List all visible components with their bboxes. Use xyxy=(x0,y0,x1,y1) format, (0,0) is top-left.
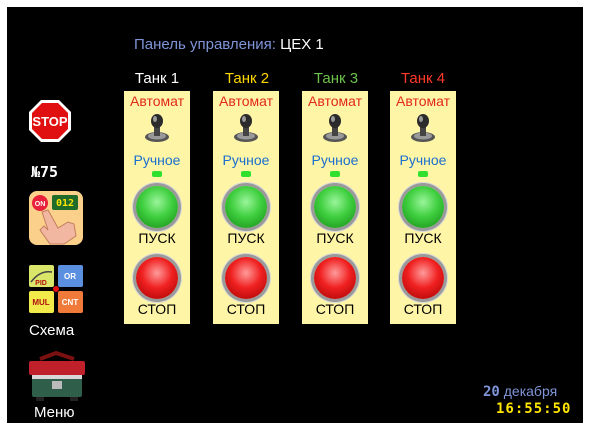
stop-button[interactable] xyxy=(136,257,178,299)
start-label: ПУСК xyxy=(316,230,354,246)
page-title: Панель управления: ЦЕХ 1 xyxy=(134,36,324,53)
date-display: 20 декабря xyxy=(483,383,557,400)
tank-panel-1: Автомат Ручное ПУСК СТОП xyxy=(124,91,190,324)
tank-name-4: Танк 4 xyxy=(400,70,446,87)
stop-button[interactable] xyxy=(225,257,267,299)
tank-name-1: Танк 1 xyxy=(134,70,180,87)
start-button[interactable] xyxy=(402,186,444,228)
stop-button[interactable] xyxy=(402,257,444,299)
manual-mode-label: Ручное xyxy=(222,152,270,168)
status-led xyxy=(152,171,162,177)
onoff-hand-icon[interactable]: ON 012 xyxy=(28,190,84,246)
tank-name-2: Танк 2 xyxy=(224,70,270,87)
tank-panel-2: Автомат Ручное ПУСК СТОП xyxy=(213,91,279,324)
stop-label: СТОП xyxy=(226,301,266,317)
title-label: Панель управления: xyxy=(134,36,276,53)
stop-label: СТОП xyxy=(315,301,355,317)
date-month: декабря xyxy=(503,383,558,399)
scheme-tile-cnt: CNT xyxy=(62,298,79,307)
start-label: ПУСК xyxy=(227,230,265,246)
start-label: ПУСК xyxy=(404,230,442,246)
auto-mode-label: Автомат xyxy=(218,93,274,109)
start-button[interactable] xyxy=(225,186,267,228)
tank-name-3: Танк 3 xyxy=(313,70,359,87)
stop-label: СТОП xyxy=(403,301,443,317)
time-display: 16:55:50 xyxy=(496,401,572,417)
scheme-tile-pid: PID xyxy=(35,280,47,287)
stop-label: СТОП xyxy=(137,301,177,317)
start-label: ПУСК xyxy=(138,230,176,246)
manual-mode-label: Ручное xyxy=(311,152,359,168)
menu-label[interactable]: Меню xyxy=(34,404,75,421)
auto-mode-label: Автомат xyxy=(307,93,363,109)
hmi-screen: Панель управления: ЦЕХ 1 STOP №75 ON 012… xyxy=(7,7,583,423)
scheme-tile-or: OR xyxy=(64,272,76,281)
scheme-tile-mul: MUL xyxy=(32,298,49,307)
tank-panel-3: Автомат Ручное ПУСК СТОП xyxy=(302,91,368,324)
start-button[interactable] xyxy=(314,186,356,228)
auto-mode-label: Автомат xyxy=(395,93,451,109)
status-led xyxy=(418,171,428,177)
scheme-icon[interactable]: PID OR MUL CNT xyxy=(28,264,84,314)
status-led xyxy=(241,171,251,177)
on-badge-text: ON xyxy=(35,201,46,208)
stop-icon[interactable]: STOP xyxy=(28,99,72,143)
tank-panel-4: Автомат Ручное ПУСК СТОП xyxy=(390,91,456,324)
status-led xyxy=(330,171,340,177)
mode-toggle-switch[interactable] xyxy=(409,113,437,143)
mode-toggle-switch[interactable] xyxy=(321,113,349,143)
stop-button[interactable] xyxy=(314,257,356,299)
date-day: 20 xyxy=(483,384,500,400)
stop-icon-text: STOP xyxy=(32,114,67,129)
controller-number: №75 xyxy=(31,163,59,181)
title-value: ЦЕХ 1 xyxy=(280,36,324,53)
scheme-label[interactable]: Схема xyxy=(29,322,74,339)
start-button[interactable] xyxy=(136,186,178,228)
mode-toggle-switch[interactable] xyxy=(143,113,171,143)
counter-badge-text: 012 xyxy=(56,198,74,209)
auto-mode-label: Автомат xyxy=(129,93,185,109)
manual-mode-label: Ручное xyxy=(133,152,181,168)
manual-mode-label: Ручное xyxy=(399,152,447,168)
mode-toggle-switch[interactable] xyxy=(232,113,260,143)
toolbox-icon[interactable] xyxy=(26,350,88,403)
